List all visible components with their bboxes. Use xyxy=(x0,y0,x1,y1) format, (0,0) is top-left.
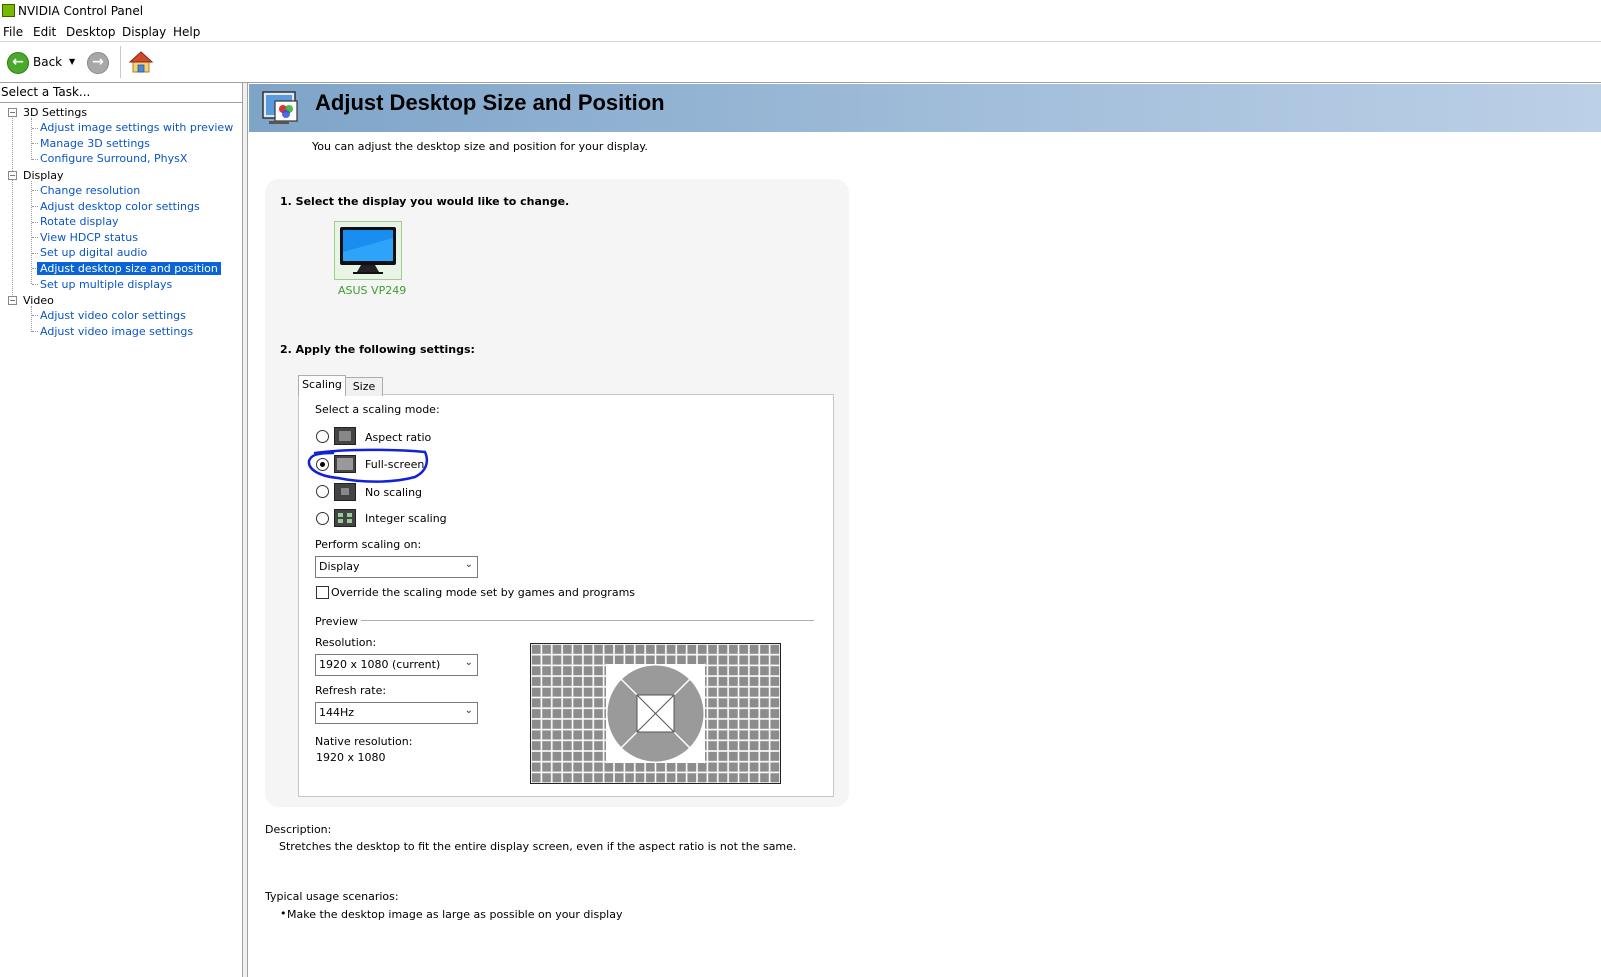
preview-label: Preview xyxy=(315,615,358,628)
collapse-3d-settings-icon[interactable]: − xyxy=(8,108,17,117)
annotation-ink xyxy=(307,448,429,483)
step2-heading: 2. Apply the following settings: xyxy=(280,343,475,356)
monitor-icon xyxy=(340,227,396,274)
tree-category-video[interactable]: Video xyxy=(23,294,54,307)
tree-guide xyxy=(32,284,38,285)
refresh-rate-value: 144Hz xyxy=(319,706,355,719)
sidebar-header: Select a Task... xyxy=(1,85,91,99)
chevron-down-icon: ⌄ xyxy=(464,705,473,716)
chevron-down-icon: ⌄ xyxy=(464,657,473,668)
tree-guide xyxy=(32,206,38,207)
option-aspect-ratio[interactable]: Aspect ratio xyxy=(365,431,431,444)
tree-category-display[interactable]: Display xyxy=(23,169,64,182)
description-label: Description: xyxy=(265,823,332,836)
nvidia-app-icon xyxy=(2,4,15,17)
toolbar-divider xyxy=(120,46,121,78)
sidebar-item-manage-3d-settings[interactable]: Manage 3D settings xyxy=(40,137,150,150)
menu-help[interactable]: Help xyxy=(173,25,200,39)
perform-scaling-value: Display xyxy=(319,560,360,573)
sidebar-item-digital-audio[interactable]: Set up digital audio xyxy=(40,246,147,259)
tree-guide xyxy=(32,128,38,129)
home-icon[interactable] xyxy=(128,50,154,74)
sidebar-item-multiple-displays[interactable]: Set up multiple displays xyxy=(40,278,172,291)
tree-guide xyxy=(31,118,32,160)
tree-guide xyxy=(32,253,38,254)
perform-scaling-label: Perform scaling on: xyxy=(315,538,422,551)
native-resolution-value: 1920 x 1080 xyxy=(316,751,386,764)
tree-guide xyxy=(32,222,38,223)
menu-display[interactable]: Display xyxy=(122,25,166,39)
collapse-display-icon[interactable]: − xyxy=(8,171,17,180)
resolution-value: 1920 x 1080 (current) xyxy=(319,658,441,671)
step1-heading: 1. Select the display you would like to … xyxy=(280,195,570,208)
resolution-label: Resolution: xyxy=(315,636,377,649)
resolution-dropdown[interactable]: 1920 x 1080 (current) ⌄ xyxy=(315,654,478,676)
option-integer-scaling[interactable]: Integer scaling xyxy=(365,512,447,525)
native-resolution-label: Native resolution: xyxy=(315,735,413,748)
page-intro: You can adjust the desktop size and posi… xyxy=(312,140,648,153)
pane-splitter[interactable] xyxy=(243,83,248,977)
task-sidebar: Select a Task... − 3D Settings Adjust im… xyxy=(0,83,243,977)
sidebar-item-adjust-image-settings[interactable]: Adjust image settings with preview xyxy=(40,121,233,134)
tab-size[interactable]: Size xyxy=(345,377,383,396)
sidebar-item-configure-surround[interactable]: Configure Surround, PhysX xyxy=(40,152,187,165)
aspect-ratio-icon xyxy=(334,427,356,445)
display-selector-asus[interactable] xyxy=(334,221,402,280)
tree-guide xyxy=(32,315,38,316)
refresh-rate-dropdown[interactable]: 144Hz ⌄ xyxy=(315,702,478,724)
tree-guide xyxy=(32,159,38,160)
preview-divider xyxy=(361,620,814,621)
menu-file[interactable]: File xyxy=(3,25,23,39)
sidebar-item-view-hdcp-status[interactable]: View HDCP status xyxy=(40,231,138,244)
display-name-label[interactable]: ASUS VP249 xyxy=(338,284,406,297)
override-label[interactable]: Override the scaling mode set by games a… xyxy=(331,586,635,599)
override-checkbox[interactable] xyxy=(316,586,329,599)
tree-guide xyxy=(32,190,38,191)
display-settings-icon xyxy=(262,91,298,124)
sidebar-item-video-color[interactable]: Adjust video color settings xyxy=(40,309,186,322)
chevron-down-icon: ⌄ xyxy=(464,559,473,570)
forward-arrow-icon[interactable]: → xyxy=(87,52,109,74)
back-arrow-icon[interactable]: ← xyxy=(7,52,29,74)
menu-bar: File Edit Desktop Display Help xyxy=(0,22,1601,42)
radio-integer-scaling[interactable] xyxy=(316,512,329,525)
tree-guide xyxy=(31,306,32,332)
bullet-icon: • xyxy=(280,907,287,920)
radio-aspect-ratio[interactable] xyxy=(316,430,329,443)
sidebar-item-adjust-desktop-color[interactable]: Adjust desktop color settings xyxy=(40,200,200,213)
collapse-video-icon[interactable]: − xyxy=(8,296,17,305)
tree-guide xyxy=(32,237,38,238)
page-title: Adjust Desktop Size and Position xyxy=(315,90,665,115)
tree-guide xyxy=(32,331,38,332)
sidebar-item-video-image[interactable]: Adjust video image settings xyxy=(40,325,193,338)
tree-category-3d-settings[interactable]: 3D Settings xyxy=(23,106,87,119)
back-button[interactable]: Back xyxy=(33,55,62,69)
scaling-preview-pattern xyxy=(530,643,781,784)
toolbar: ← Back ▼ → xyxy=(0,42,1601,83)
perform-scaling-dropdown[interactable]: Display ⌄ xyxy=(315,556,478,578)
usage-item: Make the desktop image as large as possi… xyxy=(287,908,623,921)
back-history-dropdown-icon[interactable]: ▼ xyxy=(69,57,75,66)
refresh-rate-label: Refresh rate: xyxy=(315,684,387,697)
description-text: Stretches the desktop to fit the entire … xyxy=(279,840,797,853)
integer-scaling-icon xyxy=(334,509,356,527)
title-bar: NVIDIA Control Panel xyxy=(0,0,1601,22)
window-title: NVIDIA Control Panel xyxy=(18,4,144,18)
usage-label: Typical usage scenarios: xyxy=(265,890,399,903)
tab-scaling[interactable]: Scaling xyxy=(298,375,346,396)
sidebar-item-change-resolution[interactable]: Change resolution xyxy=(40,184,140,197)
menu-edit[interactable]: Edit xyxy=(33,25,56,39)
sidebar-item-adjust-desktop-size[interactable]: Adjust desktop size and position xyxy=(37,262,221,275)
sidebar-item-rotate-display[interactable]: Rotate display xyxy=(40,215,119,228)
menu-desktop[interactable]: Desktop xyxy=(66,25,116,39)
tree-guide xyxy=(32,143,38,144)
sidebar-header-divider xyxy=(0,102,242,103)
scaling-mode-label: Select a scaling mode: xyxy=(315,403,440,416)
tree-guide xyxy=(12,118,13,301)
